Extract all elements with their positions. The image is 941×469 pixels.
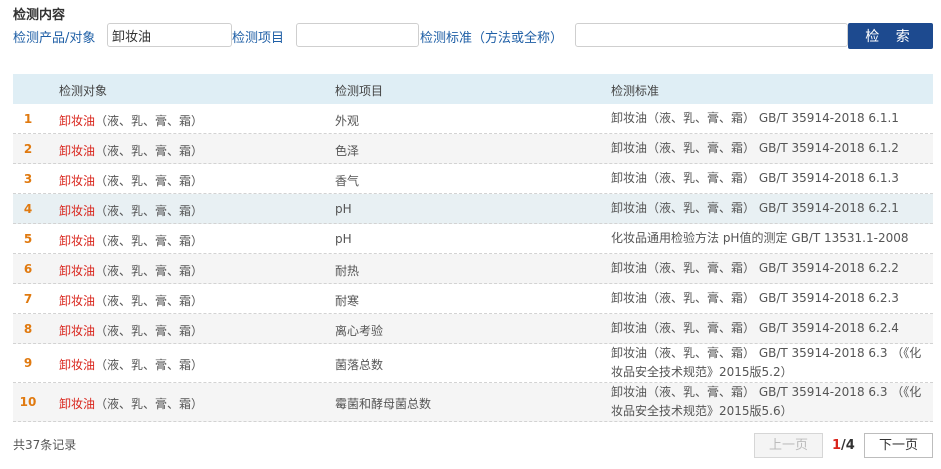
prev-page-button[interactable]: 上一页 — [754, 433, 823, 458]
row-number: 3 — [23, 172, 33, 186]
row-number: 10 — [19, 395, 37, 409]
row-object: 卸妆油（液、乳、膏、霜） — [59, 395, 203, 412]
row-object: 卸妆油（液、乳、膏、霜） — [59, 172, 203, 189]
product-types: （液、乳、膏、霜） — [95, 204, 204, 218]
total-pages: /4 — [841, 438, 855, 453]
product-types: （液、乳、膏、霜） — [95, 264, 204, 278]
standard-input[interactable] — [575, 23, 848, 47]
product-link[interactable]: 卸妆油 — [59, 204, 95, 218]
table-row: 4 卸妆油（液、乳、膏、霜） pH 卸妆油（液、乳、膏、霜） GB/T 3591… — [13, 194, 933, 224]
product-types: （液、乳、膏、霜） — [95, 294, 204, 308]
row-standard: 卸妆油（液、乳、膏、霜） GB/T 35914-2018 6.2.1 — [611, 201, 899, 215]
row-number: 2 — [23, 142, 33, 156]
product-label: 检测产品/对象 — [13, 31, 96, 46]
row-object: 卸妆油（液、乳、膏、霜） — [59, 262, 203, 279]
product-link[interactable]: 卸妆油 — [59, 324, 95, 338]
table-row: 7 卸妆油（液、乳、膏、霜） 耐寒 卸妆油（液、乳、膏、霜） GB/T 3591… — [13, 284, 933, 314]
row-item: 离心考验 — [335, 324, 384, 338]
row-standard: 卸妆油（液、乳、膏、霜） GB/T 35914-2018 6.1.2 — [611, 141, 899, 155]
product-link[interactable]: 卸妆油 — [59, 174, 95, 188]
product-link[interactable]: 卸妆油 — [59, 114, 95, 128]
section-title: 检测内容 — [13, 8, 66, 23]
row-standard: 卸妆油（液、乳、膏、霜） GB/T 35914-2018 6.1.3 — [611, 171, 899, 185]
standard-label: 检测标准（方法或全称） — [420, 31, 564, 46]
row-standard: 卸妆油（液、乳、膏、霜） GB/T 35914-2018 6.2.4 — [611, 321, 899, 335]
product-types: （液、乳、膏、霜） — [95, 324, 204, 338]
row-item: pH — [335, 202, 352, 216]
table-row: 1 卸妆油（液、乳、膏、霜） 外观 卸妆油（液、乳、膏、霜） GB/T 3591… — [13, 104, 933, 134]
row-object: 卸妆油（液、乳、膏、霜） — [59, 292, 203, 309]
product-types: （液、乳、膏、霜） — [95, 234, 204, 248]
table-row: 3 卸妆油（液、乳、膏、霜） 香气 卸妆油（液、乳、膏、霜） GB/T 3591… — [13, 164, 933, 194]
product-types: （液、乳、膏、霜） — [95, 397, 204, 411]
next-page-button[interactable]: 下一页 — [864, 433, 933, 458]
row-object: 卸妆油（液、乳、膏、霜） — [59, 232, 203, 249]
row-standard: 卸妆油（液、乳、膏、霜） GB/T 35914-2018 6.3 （《化妆品安全… — [611, 385, 922, 418]
row-item: 耐热 — [335, 264, 360, 278]
row-number: 4 — [23, 202, 33, 216]
row-standard: 卸妆油（液、乳、膏、霜） GB/T 35914-2018 6.3 （《化妆品安全… — [611, 346, 922, 379]
product-link[interactable]: 卸妆油 — [59, 294, 95, 308]
page-indicator: 1/4 — [832, 438, 855, 453]
row-object: 卸妆油（液、乳、膏、霜） — [59, 112, 203, 129]
table-header: 检测对象 检测项目 检测标准 — [13, 74, 933, 104]
table-row: 6 卸妆油（液、乳、膏、霜） 耐热 卸妆油（液、乳、膏、霜） GB/T 3591… — [13, 254, 933, 284]
row-number: 9 — [23, 356, 33, 370]
row-item: 耐寒 — [335, 294, 360, 308]
product-types: （液、乳、膏、霜） — [95, 358, 204, 372]
search-page: 检测内容 检测产品/对象 检测项目 检测标准（方法或全称） 检 索 检测对象 检… — [0, 0, 941, 469]
table-row: 8 卸妆油（液、乳、膏、霜） 离心考验 卸妆油（液、乳、膏、霜） GB/T 35… — [13, 314, 933, 344]
row-standard: 卸妆油（液、乳、膏、霜） GB/T 35914-2018 6.2.2 — [611, 261, 899, 275]
table-row: 9 卸妆油（液、乳、膏、霜） 菌落总数 卸妆油（液、乳、膏、霜） GB/T 35… — [13, 344, 933, 383]
row-item: 外观 — [335, 114, 360, 128]
header-item: 检测项目 — [335, 84, 384, 98]
row-number: 8 — [23, 322, 33, 336]
search-bar: 检测产品/对象 检测项目 检测标准（方法或全称） 检 索 — [0, 23, 941, 49]
row-object: 卸妆油（液、乳、膏、霜） — [59, 202, 203, 219]
row-item: pH — [335, 232, 352, 246]
product-link[interactable]: 卸妆油 — [59, 358, 95, 372]
table-row: 2 卸妆油（液、乳、膏、霜） 色泽 卸妆油（液、乳、膏、霜） GB/T 3591… — [13, 134, 933, 164]
product-types: （液、乳、膏、霜） — [95, 114, 204, 128]
record-count: 共37条记录 — [13, 438, 77, 452]
row-item: 菌落总数 — [335, 358, 384, 372]
row-number: 6 — [23, 262, 33, 276]
row-item: 色泽 — [335, 144, 360, 158]
row-item: 香气 — [335, 174, 360, 188]
product-types: （液、乳、膏、霜） — [95, 174, 204, 188]
table-row: 5 卸妆油（液、乳、膏、霜） pH 化妆品通用检验方法 pH值的测定 GB/T … — [13, 224, 933, 254]
product-link[interactable]: 卸妆油 — [59, 144, 95, 158]
header-standard: 检测标准 — [611, 84, 660, 98]
row-item: 霉菌和酵母菌总数 — [335, 397, 432, 411]
search-button[interactable]: 检 索 — [848, 23, 933, 49]
item-input[interactable] — [296, 23, 419, 47]
row-number: 1 — [23, 112, 33, 126]
row-object: 卸妆油（液、乳、膏、霜） — [59, 322, 203, 339]
table-row: 10 卸妆油（液、乳、膏、霜） 霉菌和酵母菌总数 卸妆油（液、乳、膏、霜） GB… — [13, 383, 933, 422]
row-number: 5 — [23, 232, 33, 246]
row-standard: 化妆品通用检验方法 pH值的测定 GB/T 13531.1-2008 — [611, 231, 909, 245]
row-object: 卸妆油（液、乳、膏、霜） — [59, 356, 203, 373]
row-number: 7 — [23, 292, 33, 306]
results-table: 检测对象 检测项目 检测标准 1 卸妆油（液、乳、膏、霜） 外观 卸妆油（液、乳… — [13, 74, 933, 422]
row-standard: 卸妆油（液、乳、膏、霜） GB/T 35914-2018 6.2.3 — [611, 291, 899, 305]
product-link[interactable]: 卸妆油 — [59, 234, 95, 248]
product-types: （液、乳、膏、霜） — [95, 144, 204, 158]
current-page: 1 — [832, 438, 842, 453]
header-object: 检测对象 — [59, 84, 108, 98]
product-link[interactable]: 卸妆油 — [59, 397, 95, 411]
row-standard: 卸妆油（液、乳、膏、霜） GB/T 35914-2018 6.1.1 — [611, 111, 899, 125]
product-input[interactable] — [107, 23, 232, 47]
item-label: 检测项目 — [232, 31, 285, 46]
row-object: 卸妆油（液、乳、膏、霜） — [59, 142, 203, 159]
product-link[interactable]: 卸妆油 — [59, 264, 95, 278]
